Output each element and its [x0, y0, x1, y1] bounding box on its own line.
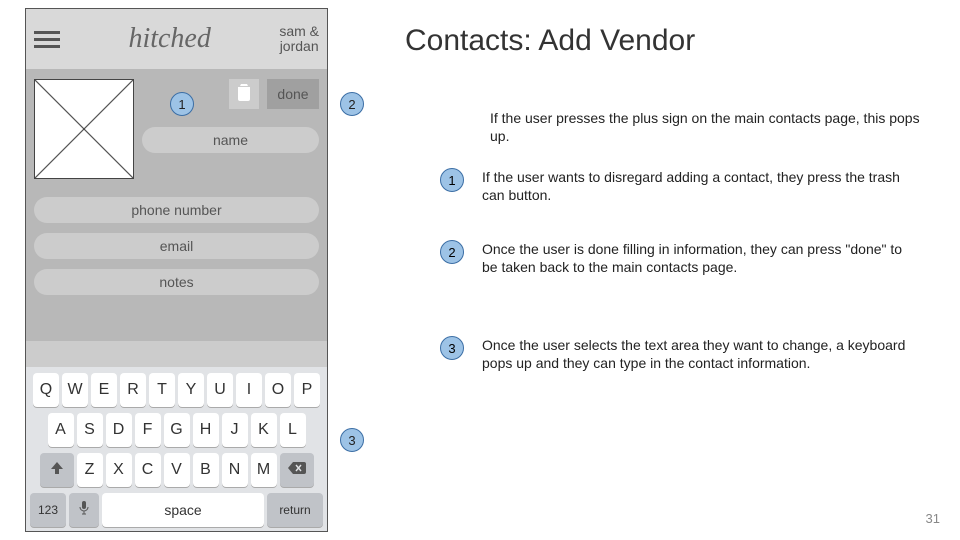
key-d[interactable]: D [106, 413, 132, 447]
keyboard-row-2: A S D F G H J K L [30, 413, 323, 447]
phone-header: hitched sam & jordan [26, 9, 327, 69]
note-2-number: 2 [440, 240, 464, 264]
keyboard-row-3: Z X C V B N M [30, 453, 323, 487]
backspace-icon [288, 461, 306, 479]
note-3-number: 3 [440, 336, 464, 360]
key-v[interactable]: V [164, 453, 190, 487]
key-e[interactable]: E [91, 373, 117, 407]
trash-icon [237, 83, 251, 106]
key-l[interactable]: L [280, 413, 306, 447]
page-number: 31 [926, 511, 940, 526]
callout-2-marker: 2 [340, 92, 364, 116]
shift-icon [50, 461, 64, 480]
note-1-number: 1 [440, 168, 464, 192]
mic-key[interactable] [69, 493, 99, 527]
key-f[interactable]: F [135, 413, 161, 447]
note-1: 1 If the user wants to disregard adding … [440, 168, 912, 204]
note-3-text: Once the user selects the text area they… [482, 336, 912, 372]
backspace-key[interactable] [280, 453, 314, 487]
notes-field[interactable]: notes [34, 269, 319, 295]
phone-number-field[interactable]: phone number [34, 197, 319, 223]
key-j[interactable]: J [222, 413, 248, 447]
onscreen-keyboard: Q W E R T Y U I O P A S D F G H J K L [26, 367, 327, 531]
key-z[interactable]: Z [77, 453, 103, 487]
mic-icon [78, 500, 90, 521]
key-k[interactable]: K [251, 413, 277, 447]
key-s[interactable]: S [77, 413, 103, 447]
key-c[interactable]: C [135, 453, 161, 487]
key-m[interactable]: M [251, 453, 277, 487]
app-logo: hitched [60, 23, 279, 55]
note-3: 3 Once the user selects the text area th… [440, 336, 912, 372]
key-a[interactable]: A [48, 413, 74, 447]
page-title: Contacts: Add Vendor [405, 24, 695, 58]
key-h[interactable]: H [193, 413, 219, 447]
email-field[interactable]: email [34, 233, 319, 259]
key-g[interactable]: G [164, 413, 190, 447]
return-key[interactable]: return [267, 493, 323, 527]
keyboard-row-bottom: 123 space return [30, 493, 323, 527]
note-1-text: If the user wants to disregard adding a … [482, 168, 912, 204]
callout-3-marker: 3 [340, 428, 364, 452]
trash-button[interactable] [229, 79, 259, 109]
name-field[interactable]: name [142, 127, 319, 153]
shift-key[interactable] [40, 453, 74, 487]
callout-1-marker: 1 [170, 92, 194, 116]
key-r[interactable]: R [120, 373, 146, 407]
couple-names: sam & jordan [279, 24, 319, 55]
key-i[interactable]: I [236, 373, 262, 407]
key-o[interactable]: O [265, 373, 291, 407]
image-placeholder[interactable] [34, 79, 134, 179]
key-b[interactable]: B [193, 453, 219, 487]
key-q[interactable]: Q [33, 373, 59, 407]
note-2: 2 Once the user is done filling in infor… [440, 240, 912, 276]
phone-mockup: hitched sam & jordan done name phone num… [25, 8, 328, 532]
space-key[interactable]: space [102, 493, 264, 527]
numbers-key[interactable]: 123 [30, 493, 66, 527]
key-t[interactable]: T [149, 373, 175, 407]
note-2-text: Once the user is done filling in informa… [482, 240, 912, 276]
key-w[interactable]: W [62, 373, 88, 407]
done-button[interactable]: done [267, 79, 319, 109]
intro-text: If the user presses the plus sign on the… [490, 110, 930, 145]
hamburger-icon[interactable] [34, 31, 60, 48]
key-p[interactable]: P [294, 373, 320, 407]
key-u[interactable]: U [207, 373, 233, 407]
key-x[interactable]: X [106, 453, 132, 487]
key-n[interactable]: N [222, 453, 248, 487]
key-y[interactable]: Y [178, 373, 204, 407]
keyboard-row-1: Q W E R T Y U I O P [30, 373, 323, 407]
